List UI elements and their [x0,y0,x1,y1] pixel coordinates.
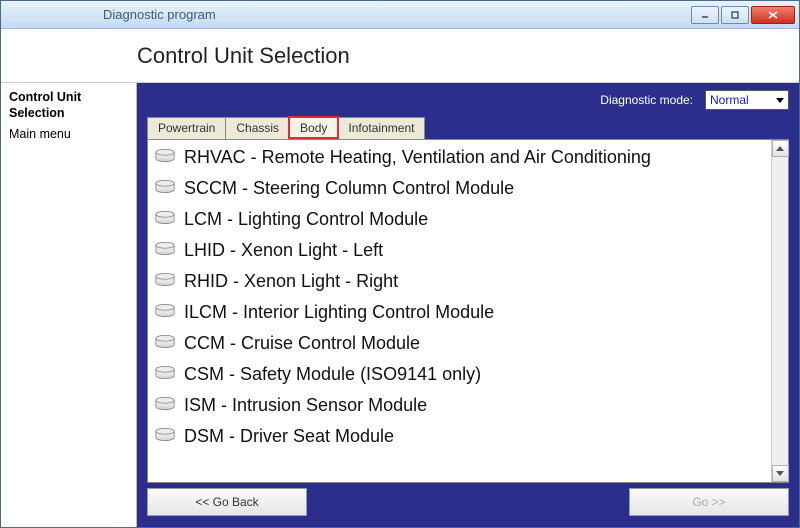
module-icon [154,147,184,168]
header: Control Unit Selection [1,29,799,83]
module-icon [154,364,184,385]
footer: << Go Back Go >> [137,483,799,527]
module-icon [154,302,184,323]
module-row[interactable]: ISM - Intrusion Sensor Module [148,390,771,421]
sidebar-item-control-unit-selection[interactable]: Control Unit Selection [9,89,128,122]
module-row[interactable]: RHVAC - Remote Heating, Ventilation and … [148,142,771,173]
module-row[interactable]: ILCM - Interior Lighting Control Module [148,297,771,328]
tab-infotainment[interactable]: Infotainment [337,117,425,139]
scroll-down-button[interactable] [772,465,789,482]
module-label: ILCM - Interior Lighting Control Module [184,302,494,323]
module-icon [154,209,184,230]
main-pane: Diagnostic mode: Normal Powertrain Chass… [137,83,799,527]
sidebar-item-main-menu[interactable]: Main menu [9,126,128,142]
tab-powertrain[interactable]: Powertrain [147,117,226,139]
module-icon [154,395,184,416]
tab-chassis[interactable]: Chassis [225,117,290,139]
module-icon [154,271,184,292]
module-icon [154,333,184,354]
module-row[interactable]: CSM - Safety Module (ISO9141 only) [148,359,771,390]
module-label: DSM - Driver Seat Module [184,426,394,447]
module-row[interactable]: LHID - Xenon Light - Left [148,235,771,266]
titlebar: Diagnostic program [1,1,799,29]
scrollbar[interactable] [771,140,788,482]
module-row[interactable]: RHID - Xenon Light - Right [148,266,771,297]
module-row[interactable]: DSM - Driver Seat Module [148,421,771,452]
maximize-button[interactable] [721,6,749,24]
module-row[interactable]: SCCM - Steering Column Control Module [148,173,771,204]
scroll-up-button[interactable] [772,140,789,157]
chevron-down-icon [776,98,784,103]
tab-strip: Powertrain Chassis Body Infotainment [147,117,789,139]
module-listbox: RHVAC - Remote Heating, Ventilation and … [147,139,789,483]
page-title: Control Unit Selection [137,43,350,69]
module-label: CSM - Safety Module (ISO9141 only) [184,364,481,385]
go-back-button[interactable]: << Go Back [147,488,307,516]
close-button[interactable] [751,6,795,24]
module-icon [154,178,184,199]
module-label: RHVAC - Remote Heating, Ventilation and … [184,147,651,168]
diagnostic-mode-row: Diagnostic mode: Normal [137,83,799,117]
module-row[interactable]: CCM - Cruise Control Module [148,328,771,359]
diagnostic-mode-value: Normal [710,93,749,107]
minimize-button[interactable] [691,6,719,24]
module-icon [154,426,184,447]
window-title: Diagnostic program [103,7,216,22]
module-label: RHID - Xenon Light - Right [184,271,398,292]
module-row[interactable]: LCM - Lighting Control Module [148,204,771,235]
diagnostic-mode-select[interactable]: Normal [705,90,789,110]
module-label: LHID - Xenon Light - Left [184,240,383,261]
module-label: ISM - Intrusion Sensor Module [184,395,427,416]
go-forward-button[interactable]: Go >> [629,488,789,516]
module-label: CCM - Cruise Control Module [184,333,420,354]
module-label: SCCM - Steering Column Control Module [184,178,514,199]
module-list[interactable]: RHVAC - Remote Heating, Ventilation and … [148,140,771,482]
module-icon [154,240,184,261]
tab-body[interactable]: Body [289,117,338,139]
diagnostic-mode-label: Diagnostic mode: [600,93,693,107]
sidebar: Control Unit Selection Main menu [1,83,137,527]
app-window: Diagnostic program Control Unit Selectio… [0,0,800,528]
module-label: LCM - Lighting Control Module [184,209,428,230]
